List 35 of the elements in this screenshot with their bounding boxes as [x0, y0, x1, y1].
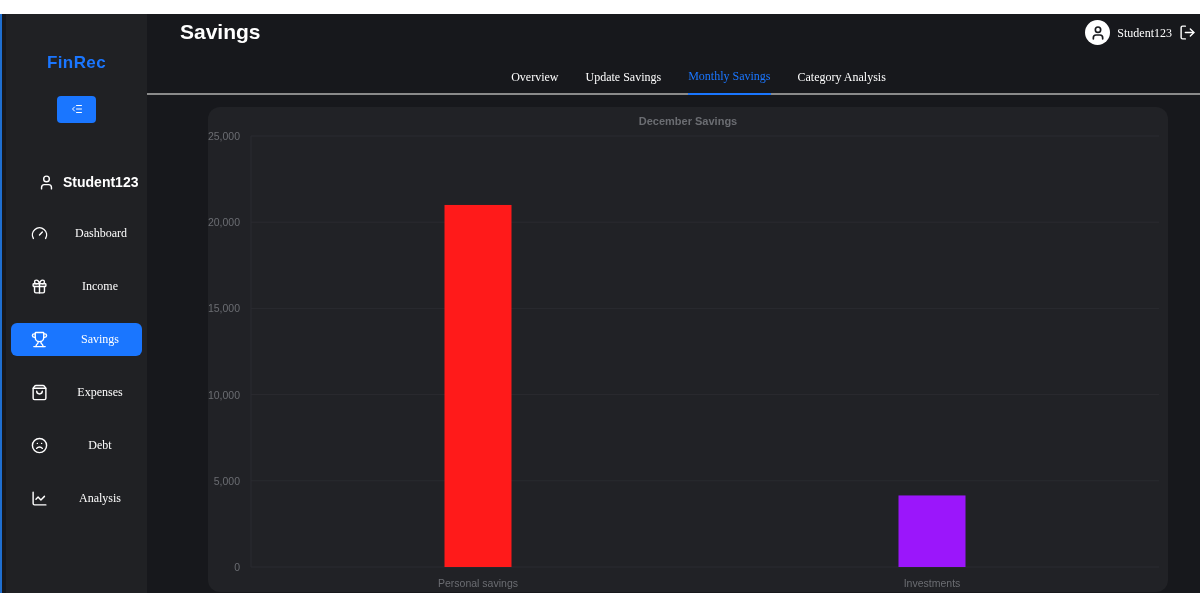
gift-icon	[31, 277, 48, 295]
x-category-label: Personal savings	[438, 577, 518, 589]
tab[interactable]: Category Analysis	[797, 58, 886, 95]
frown-icon	[31, 436, 48, 454]
tab[interactable]: Overview	[511, 58, 559, 95]
trophy-icon	[31, 330, 48, 348]
y-tick-label: 15,000	[208, 302, 240, 315]
shopping-bag-icon	[31, 383, 48, 401]
sidebar-item[interactable]: Dashboard	[11, 216, 142, 250]
sidebar-item[interactable]: Analysis	[11, 481, 142, 515]
bar	[898, 495, 966, 567]
sidebar-item[interactable]: Expenses	[11, 375, 142, 409]
x-category-label: Investments	[903, 577, 961, 589]
sidebar-username: Student123	[63, 172, 139, 192]
y-tick-label: 10,000	[208, 388, 240, 401]
sidebar-item[interactable]: Savings	[11, 322, 142, 356]
app-logo: FinRec	[46, 52, 107, 74]
header-username: Student123	[1117, 24, 1172, 42]
chart-title: December Savings	[638, 115, 738, 127]
page-title: Savings	[180, 19, 261, 45]
tab[interactable]: Monthly Savings	[688, 58, 771, 95]
y-tick-label: 0	[234, 561, 240, 573]
indent-icon	[70, 103, 83, 115]
line-chart-icon	[31, 489, 48, 507]
avatar-icon	[1085, 20, 1111, 45]
user-icon	[38, 173, 55, 191]
tab[interactable]: Update Savings	[585, 58, 662, 95]
sidebar-item[interactable]: Income	[11, 269, 142, 303]
collapse-sidebar-button[interactable]	[57, 95, 96, 123]
y-tick-label: 20,000	[208, 216, 240, 229]
gauge-icon	[31, 224, 48, 242]
logout-icon[interactable]	[1179, 24, 1196, 41]
y-tick-label: 5,000	[213, 474, 240, 487]
y-tick-label: 25,000	[208, 130, 240, 142]
sidebar-item[interactable]: Debt	[11, 428, 142, 462]
